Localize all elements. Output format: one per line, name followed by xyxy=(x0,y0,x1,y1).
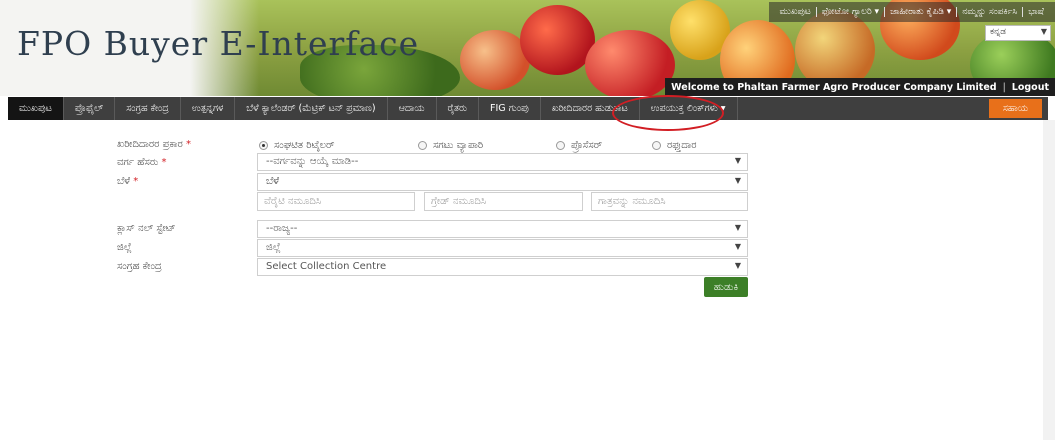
required-mark: * xyxy=(161,157,167,168)
nav-crop-calendar[interactable]: ಬೆಳೆ ಕ್ಯಾಲೆಂಡರ್ (ಮೆಟ್ರಿಕ್ ಟನ್ ಪ್ರಮಾಣ) xyxy=(235,97,388,120)
nav-profile[interactable]: ಪ್ರೊಫೈಲ್ xyxy=(64,97,116,120)
radio-label: ಪ್ರೊಸೆಸರ್ xyxy=(571,139,603,151)
category-label: ವರ್ಗ ಹೆಸರು * xyxy=(117,157,167,168)
state-select[interactable]: --ರಾಜ್ಯ-- ▼ xyxy=(257,220,748,238)
chevron-down-icon: ▼ xyxy=(734,242,741,251)
radio-icon xyxy=(556,140,565,150)
main-nav: ಮುಖಪುಟ ಪ್ರೊಫೈಲ್ ಸಂಗ್ರಹ ಕೇಂದ್ರ ಉತ್ಪನ್ನಗಳ … xyxy=(8,97,1048,120)
district-select[interactable]: ಜಿಲ್ಲೆ ▼ xyxy=(257,239,748,257)
welcome-bar: Welcome to Phaltan Farmer Agro Producer … xyxy=(665,78,1055,96)
radio-processor[interactable]: ಪ್ರೊಸೆಸರ್ xyxy=(556,138,602,152)
top-link-contact[interactable]: ನಮ್ಮನ್ನು ಸಂಪರ್ಕಿಸಿ xyxy=(957,7,1024,17)
state-label: ಕ್ಲಾಸ್ ನಲ್ ಸ್ಟೇಟ್ xyxy=(117,223,176,234)
help-button[interactable]: ಸಹಾಯ xyxy=(988,99,1042,118)
chevron-down-icon: ▼ xyxy=(734,223,741,232)
top-link-home[interactable]: ಮುಖಪುಟ xyxy=(775,7,817,17)
required-mark: * xyxy=(186,139,192,150)
district-label: ಜಿಲ್ಲೆ xyxy=(117,242,132,253)
nav-fig-group[interactable]: FIG ಗುಂಪು xyxy=(479,97,541,120)
grade-input[interactable]: ಗ್ರೇಡ್ ನಮೂದಿಸಿ xyxy=(424,192,583,211)
annotation-circle xyxy=(612,95,724,131)
category-select-value: --ವರ್ಗವನ್ನು ಆಯ್ಕೆ ಮಾಡಿ-- xyxy=(266,156,359,167)
chevron-down-icon: ▼ xyxy=(734,176,741,185)
top-link-language[interactable]: ಭಾಷೆ xyxy=(1023,7,1049,17)
chevron-down-icon: ▼ xyxy=(734,156,741,165)
radio-label: ರಫ್ತುದಾರ xyxy=(667,139,697,151)
required-mark: * xyxy=(133,176,139,187)
collection-centre-label: ಸಂಗ್ರಹ ಕೇಂದ್ರ xyxy=(117,261,162,272)
collection-centre-select[interactable]: Select Collection Centre ▼ xyxy=(257,258,748,276)
crop-label-text: ಬೆಳೆ xyxy=(117,176,131,187)
welcome-text: Welcome to Phaltan Farmer Agro Producer … xyxy=(671,81,997,93)
site-title: FPO Buyer E-Interface xyxy=(17,24,420,63)
header-banner: FPO Buyer E-Interface ಮುಖಪುಟ ಫೋಟೋ ಗ್ಯಾಲರ… xyxy=(0,0,1055,96)
radio-icon xyxy=(652,140,661,150)
variety-input[interactable]: ವೆರೈಟಿ ನಮೂದಿಸಿ xyxy=(257,192,415,211)
chevron-down-icon: ▼ xyxy=(734,261,741,270)
collection-centre-select-value: Select Collection Centre xyxy=(266,261,387,272)
district-select-value: ಜಿಲ್ಲೆ xyxy=(266,242,281,253)
radio-label: ಸಗಟು ವ್ಯಾಪಾರಿ xyxy=(433,139,484,151)
crop-select[interactable]: ಬೆಳೆ ▼ xyxy=(257,173,748,191)
radio-label: ಸಂಘಟಿತ ರಿಟೈಲರ್ xyxy=(274,139,335,151)
language-select-value: ಕನ್ನಡ xyxy=(990,27,1007,37)
top-link-manual[interactable]: ಜಾಹೀರಾತು ಕೈಪಿಡಿ ▾ xyxy=(885,7,958,17)
page-scroll-gutter xyxy=(1043,120,1055,440)
buyer-type-label-text: ಖರೀದಿದಾರರ ಪ್ರಕಾರ xyxy=(117,139,183,150)
radio-organized-retailer[interactable]: ಸಂಘಟಿತ ರಿಟೈಲರ್ xyxy=(259,138,335,152)
nav-home[interactable]: ಮುಖಪುಟ xyxy=(8,97,64,120)
category-label-text: ವರ್ಗ ಹೆಸರು xyxy=(117,157,159,168)
radio-exporter[interactable]: ರಫ್ತುದಾರ xyxy=(652,138,697,152)
nav-farmers[interactable]: ರೈತರು xyxy=(437,97,480,120)
top-links-bar: ಮುಖಪುಟ ಫೋಟೋ ಗ್ಯಾಲರಿ ▾ ಜಾಹೀರಾತು ಕೈಪಿಡಿ ▾ … xyxy=(768,2,1055,22)
search-button[interactable]: ಹುಡುಕಿ xyxy=(704,277,748,297)
radio-icon xyxy=(259,140,268,150)
nav-collection-centre[interactable]: ಸಂಗ್ರಹ ಕೇಂದ್ರ xyxy=(115,97,181,120)
crop-select-value: ಬೆಳೆ xyxy=(266,176,280,187)
divider: | xyxy=(1002,81,1006,93)
size-input[interactable]: ಗಾತ್ರವನ್ನು ನಮೂದಿಸಿ xyxy=(591,192,748,211)
state-select-value: --ರಾಜ್ಯ-- xyxy=(266,223,298,234)
chevron-down-icon: ▼ xyxy=(1040,27,1047,36)
language-select[interactable]: ಕನ್ನಡ ▼ xyxy=(985,25,1051,41)
logout-link[interactable]: Logout xyxy=(1012,82,1049,93)
top-link-gallery[interactable]: ಫೋಟೋ ಗ್ಯಾಲರಿ ▾ xyxy=(817,7,886,17)
radio-icon xyxy=(418,140,427,150)
category-select[interactable]: --ವರ್ಗವನ್ನು ಆಯ್ಕೆ ಮಾಡಿ-- ▼ xyxy=(257,153,748,171)
nav-products[interactable]: ಉತ್ಪನ್ನಗಳ xyxy=(181,97,236,120)
nav-income[interactable]: ಆದಾಯ xyxy=(388,97,437,120)
radio-wholesaler[interactable]: ಸಗಟು ವ್ಯಾಪಾರಿ xyxy=(418,138,483,152)
crop-label: ಬೆಳೆ * xyxy=(117,176,138,187)
buyer-type-label: ಖರೀದಿದಾರರ ಪ್ರಕಾರ * xyxy=(117,139,191,150)
